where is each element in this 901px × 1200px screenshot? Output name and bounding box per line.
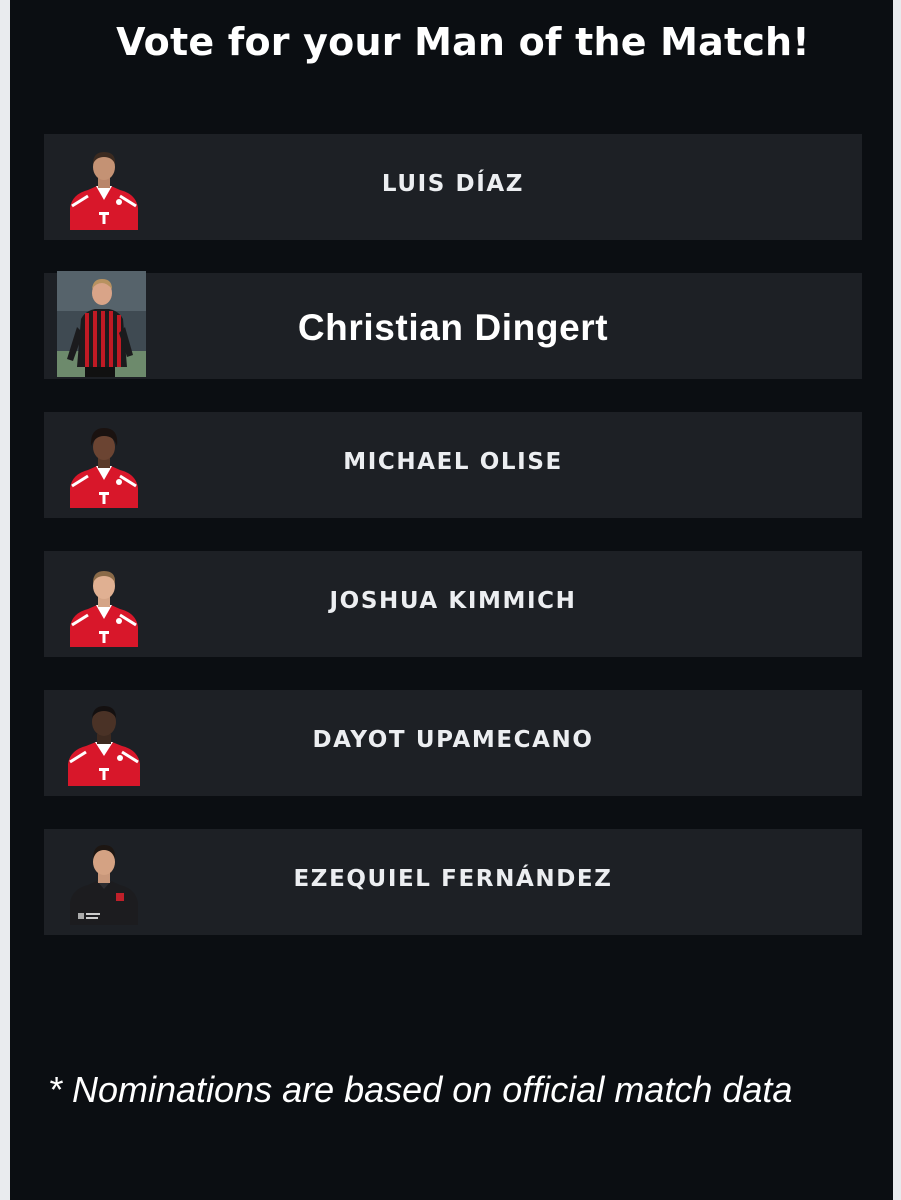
nominee-name: LUIS DÍAZ xyxy=(381,171,525,197)
nominee-name: MICHAEL OLISE xyxy=(343,449,563,475)
footnote: * Nominations are based on official matc… xyxy=(48,1069,793,1110)
nominee-row-ezequiel-fernandez[interactable]: EZEQUIEL FERNÁNDEZ xyxy=(44,829,862,935)
page-title: Vote for your Man of the Match! xyxy=(116,20,810,64)
nominee-list: LUIS DÍAZ Christian Dingert MICHAEL OLIS… xyxy=(44,134,862,968)
nominee-name: DAYOT UPAMECANO xyxy=(312,727,594,753)
nominee-row-michael-olise[interactable]: MICHAEL OLISE xyxy=(44,412,862,518)
nominee-name: EZEQUIEL FERNÁNDEZ xyxy=(293,866,613,892)
nominee-row-joshua-kimmich[interactable]: JOSHUA KIMMICH xyxy=(44,551,862,657)
nominee-row-christian-dingert[interactable]: Christian Dingert xyxy=(44,271,862,379)
nominee-name: JOSHUA KIMMICH xyxy=(329,588,577,614)
vote-panel: Vote for your Man of the Match! LUIS DÍA… xyxy=(10,0,893,1200)
nominee-row-dayot-upamecano[interactable]: DAYOT UPAMECANO xyxy=(44,690,862,796)
nominee-row-luis-diaz[interactable]: LUIS DÍAZ xyxy=(44,134,862,240)
nominee-name: Christian Dingert xyxy=(297,307,609,348)
